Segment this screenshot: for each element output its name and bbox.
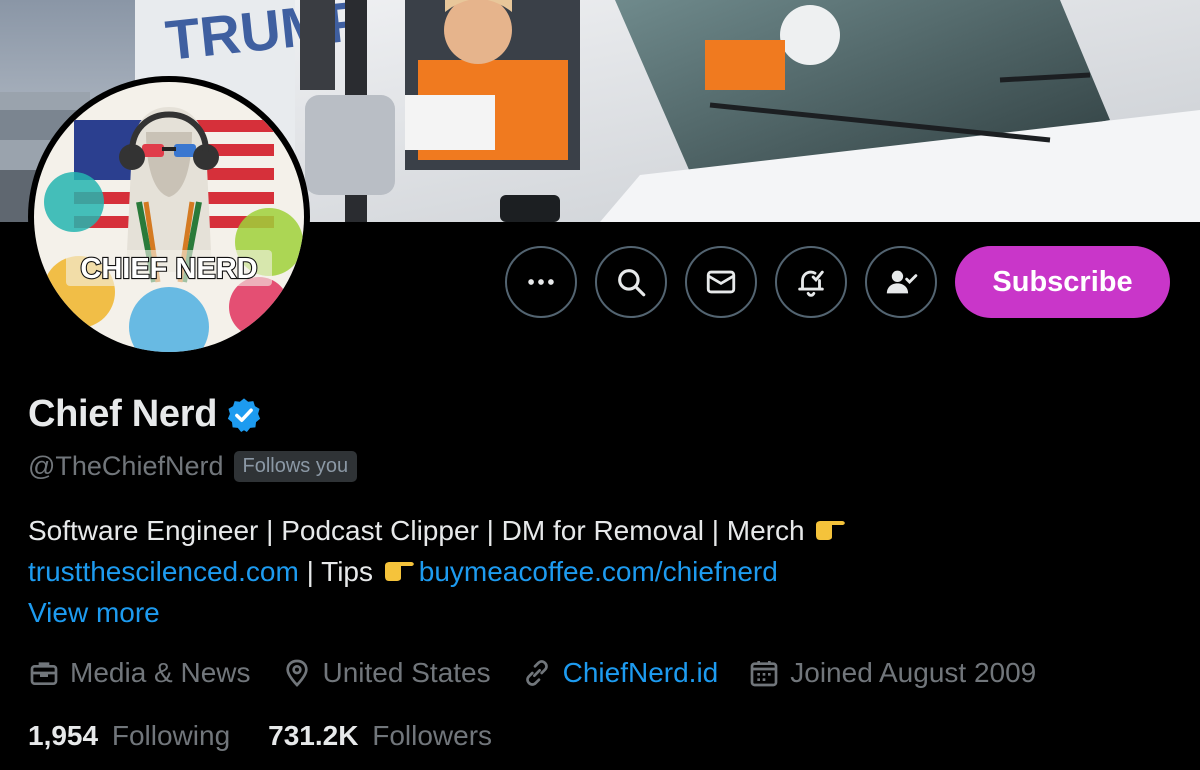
notifications-button[interactable]	[775, 246, 847, 318]
category-label: Media & News	[70, 657, 251, 688]
location-pin-icon	[285, 659, 308, 687]
calendar-icon	[750, 661, 778, 687]
view-more-link[interactable]: View more	[28, 597, 160, 629]
briefcase-icon	[30, 662, 58, 685]
profile-meta-row: Media & News United States ChiefNerd.id …	[28, 657, 1066, 689]
search-button[interactable]	[595, 246, 667, 318]
following-button[interactable]	[865, 246, 937, 318]
followers-stat[interactable]: 731.2K Followers	[268, 720, 492, 752]
avatar-image: CHIEF NERD	[34, 82, 304, 352]
following-stat[interactable]: 1,954 Following	[28, 720, 230, 752]
following-count: 1,954	[28, 720, 99, 751]
profile-bio: Software Engineer | Podcast Clipper | DM…	[28, 510, 1178, 592]
pointing-hand-icon	[816, 521, 846, 540]
envelope-icon	[706, 270, 736, 294]
location-label: United States	[322, 657, 491, 688]
handle-row: @TheChiefNerd Follows you	[28, 451, 358, 482]
link-icon	[525, 660, 548, 686]
bio-link-website[interactable]: trustthescilenced.com	[28, 556, 299, 587]
more-button[interactable]	[505, 246, 577, 318]
profile-stats: 1,954 Following 731.2K Followers	[28, 720, 530, 752]
search-icon	[618, 269, 646, 297]
profile-actions: Subscribe	[505, 246, 1170, 318]
display-name: Chief Nerd	[28, 393, 218, 435]
profile-avatar[interactable]: CHIEF NERD	[28, 76, 310, 358]
verified-badge-icon[interactable]	[225, 396, 263, 434]
ellipsis-icon	[528, 279, 554, 285]
bio-tips-text: | Tips	[298, 556, 373, 587]
bio-text: Software Engineer | Podcast Clipper | DM…	[28, 515, 805, 546]
meta-category: Media & News	[28, 657, 251, 689]
following-label: Following	[111, 720, 231, 751]
message-button[interactable]	[685, 246, 757, 318]
avatar-label: CHIEF NERD	[80, 253, 257, 285]
followers-label: Followers	[372, 720, 493, 751]
pointing-hand-icon	[384, 562, 414, 581]
joined-label: Joined August 2009	[790, 657, 1037, 688]
meta-website[interactable]: ChiefNerd.id	[521, 657, 719, 689]
bell-check-icon	[798, 270, 824, 297]
followers-count: 731.2K	[268, 720, 359, 751]
follows-you-badge: Follows you	[233, 451, 358, 482]
meta-joined: Joined August 2009	[748, 657, 1036, 689]
profile-handle: @TheChiefNerd	[28, 451, 224, 481]
subscribe-button[interactable]: Subscribe	[955, 246, 1170, 318]
person-check-icon	[886, 270, 918, 294]
website-link[interactable]: ChiefNerd.id	[563, 657, 719, 689]
meta-location: United States	[281, 657, 491, 689]
profile-name-row: Chief Nerd	[28, 393, 263, 436]
bio-link-coffee[interactable]: buymeacoffee.com/chiefnerd	[419, 556, 778, 587]
